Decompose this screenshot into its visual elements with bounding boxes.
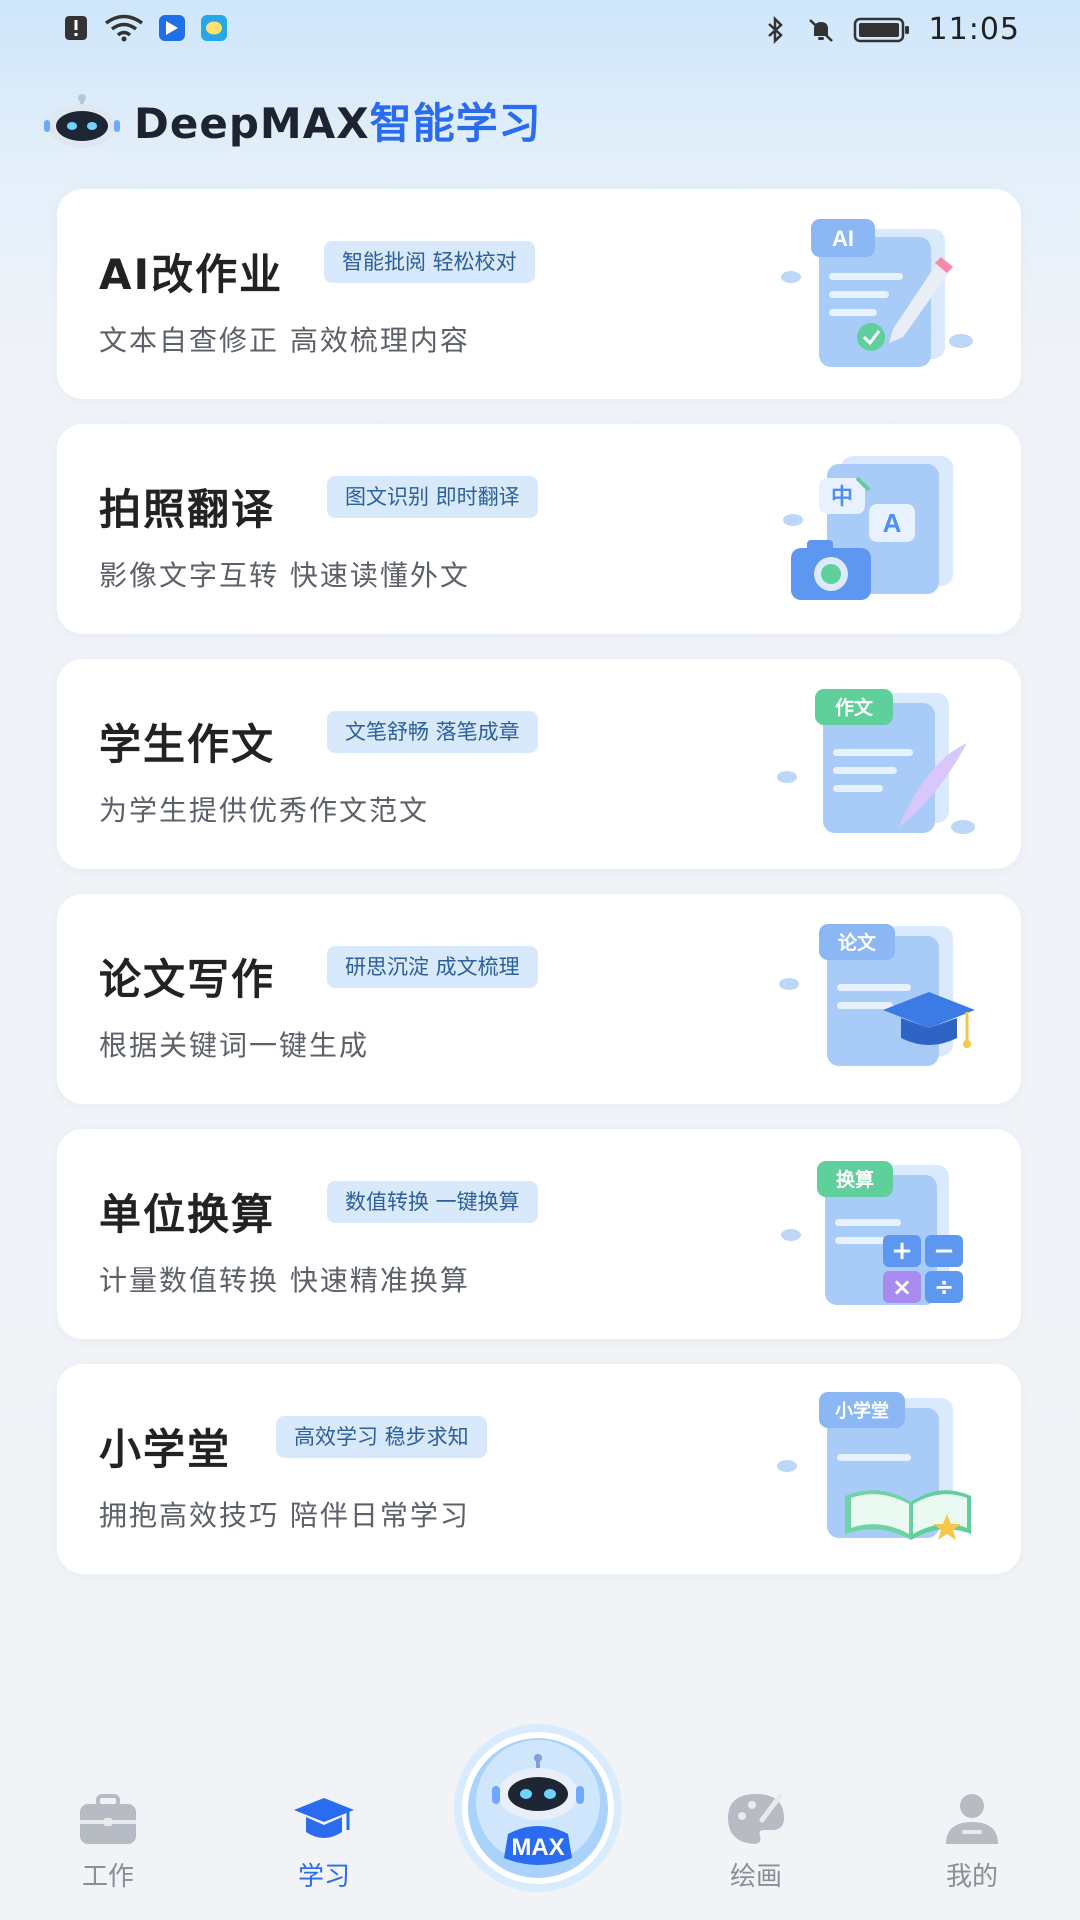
ai-document-pencil-icon: AI <box>781 219 973 367</box>
nav-item-mine[interactable]: 我的 <box>902 1790 1042 1893</box>
card-title: 单位换算 <box>99 1190 276 1239</box>
card-subtitle: 根据关键词一键生成 <box>99 1029 370 1062</box>
status-right-icons: 11:05 <box>761 12 1020 47</box>
mute-icon <box>808 18 833 42</box>
svg-text:÷: ÷ <box>934 1273 954 1301</box>
message-icon <box>201 15 227 41</box>
card-badge: 智能批阅 轻松校对 <box>324 241 535 283</box>
svg-text:×: × <box>892 1273 912 1301</box>
card-title: 拍照翻译 <box>99 485 276 534</box>
alert-icon <box>65 16 87 40</box>
card-subtitle: 影像文字互转 快速读懂外文 <box>99 559 470 592</box>
battery-icon <box>853 17 909 42</box>
camera-translate-icon: 中 A <box>783 456 953 600</box>
calculator-conversion-icon: 换算 + − × ÷ <box>781 1161 963 1305</box>
svg-text:换算: 换算 <box>836 1168 874 1191</box>
nav-item-study[interactable]: 学习 <box>254 1790 394 1893</box>
card-subtitle: 为学生提供优秀作文范文 <box>99 794 430 827</box>
card-title: AI改作业 <box>99 250 284 299</box>
card-badge: 图文识别 即时翻译 <box>327 476 538 518</box>
bluetooth-icon <box>767 15 783 44</box>
status-bar: 11:05 <box>0 0 1080 58</box>
feature-card-ai-homework[interactable]: AI改作业 智能批阅 轻松校对 文本自查修正 高效梳理内容 AI <box>57 189 1021 399</box>
brand-latin: DeepMAX <box>134 98 370 148</box>
wifi-icon <box>104 14 144 42</box>
nav-label: 我的 <box>945 1862 998 1892</box>
open-book-icon: 小学堂 <box>777 1392 971 1540</box>
briefcase-icon <box>80 1794 136 1844</box>
nav-label: 学习 <box>297 1862 350 1892</box>
graduation-cap-icon <box>294 1798 354 1838</box>
svg-text:AI: AI <box>832 226 854 251</box>
max-label: MAX <box>511 1834 564 1861</box>
svg-text:论文: 论文 <box>838 931 877 954</box>
feature-card-thesis-writing[interactable]: 论文写作 研思沉淀 成文梳理 根据关键词一键生成 论文 <box>57 894 1021 1104</box>
svg-text:中: 中 <box>831 485 853 510</box>
feature-card-unit-conversion[interactable]: 单位换算 数值转换 一键换算 计量数值转换 快速精准换算 换算 + − × ÷ <box>57 1129 1021 1339</box>
status-left-icons <box>62 14 228 42</box>
user-icon <box>946 1794 998 1844</box>
feature-card-mini-classroom[interactable]: 小学堂 高效学习 稳步求知 拥抱高效技巧 陪伴日常学习 小学堂 <box>57 1364 1021 1574</box>
essay-quill-icon: 作文 <box>777 689 975 834</box>
card-title: 论文写作 <box>99 955 276 1004</box>
palette-icon <box>728 1793 784 1844</box>
svg-text:−: − <box>933 1236 955 1266</box>
feature-card-student-essay[interactable]: 学生作文 文笔舒畅 落笔成章 为学生提供优秀作文范文 作文 <box>57 659 1021 869</box>
nav-label: 工作 <box>81 1862 134 1892</box>
svg-text:小学堂: 小学堂 <box>835 1400 889 1422</box>
card-badge: 文笔舒畅 落笔成章 <box>327 711 538 753</box>
brand-title: DeepMAX智能学习 <box>134 90 542 151</box>
status-time: 11:05 <box>928 12 1020 47</box>
svg-text:A: A <box>883 508 902 538</box>
card-title: 小学堂 <box>99 1425 232 1474</box>
app-header: DeepMAX智能学习 <box>44 88 542 152</box>
brand-cn: 智能学习 <box>369 98 542 148</box>
svg-text:+: + <box>891 1236 913 1266</box>
card-subtitle: 文本自查修正 高效梳理内容 <box>99 324 470 357</box>
feature-card-photo-translate[interactable]: 拍照翻译 图文识别 即时翻译 影像文字互转 快速读懂外文 中 A <box>57 424 1021 634</box>
nav-item-drawing[interactable]: 绘画 <box>686 1790 826 1893</box>
card-badge: 研思沉淀 成文梳理 <box>327 946 538 988</box>
robot-logo-icon <box>44 94 120 148</box>
card-subtitle: 拥抱高效技巧 陪伴日常学习 <box>99 1499 470 1532</box>
app-notification-icon <box>159 15 185 41</box>
nav-item-work[interactable]: 工作 <box>38 1790 178 1893</box>
svg-text:作文: 作文 <box>835 696 874 719</box>
card-badge: 高效学习 稳步求知 <box>276 1416 487 1458</box>
card-title: 学生作文 <box>99 720 276 769</box>
card-badge: 数值转换 一键换算 <box>327 1181 538 1223</box>
card-subtitle: 计量数值转换 快速精准换算 <box>99 1264 470 1297</box>
nav-label: 绘画 <box>729 1862 782 1892</box>
max-assistant-button[interactable]: MAX <box>452 1722 624 1894</box>
thesis-graduation-cap-icon: 论文 <box>779 924 975 1066</box>
